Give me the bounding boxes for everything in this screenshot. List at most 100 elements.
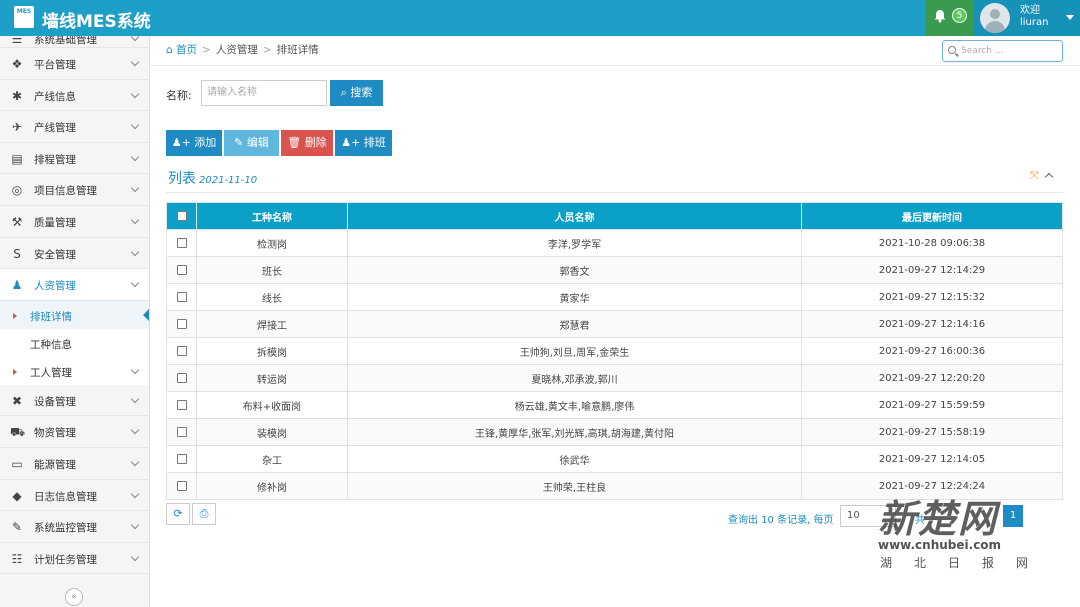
select-all-checkbox[interactable]	[176, 210, 187, 221]
sidebar-subitem-shift-details[interactable]: 排班详情	[0, 300, 149, 329]
column-header[interactable]: 工种名称	[196, 202, 348, 230]
sidebar-item-equipment[interactable]: ✖ 设备管理	[0, 385, 149, 417]
person-icon: ♟	[11, 278, 23, 293]
sidebar-item-line-info[interactable]: ✱ 产线信息	[0, 80, 149, 112]
name-filter-input[interactable]: 请输入名称	[201, 80, 327, 106]
column-header[interactable]: 最后更新时间	[801, 202, 1063, 230]
pager-total: 共	[915, 515, 925, 526]
sidebar-item-label: 项目信息管理	[34, 185, 97, 198]
app-logo[interactable]: MES	[14, 6, 34, 28]
breadcrumb-hr[interactable]: 人资管理	[216, 44, 258, 56]
chevron-down-icon	[130, 520, 140, 530]
list-date: 2021-11-10	[199, 175, 258, 186]
row-checkbox[interactable]	[176, 237, 187, 248]
job-type-cell: 装模岗	[196, 418, 348, 446]
sidebar-subitem-workers[interactable]: 工人管理	[0, 356, 149, 385]
add-user-icon: ♟+	[341, 136, 361, 149]
caret-right-icon	[13, 368, 17, 375]
sidebar: ☰ 系统基础管理 ❖ 平台管理 ✱ 产线信息 ✈ 产线管理 ▤ 排程管理 ◎ 项…	[0, 36, 150, 607]
staff-names-cell: 夏晓林,邓承波,郭川	[347, 364, 802, 392]
row-checkbox[interactable]	[176, 291, 187, 302]
table-row[interactable]: 修补岗 王帅荣,王柱良 2021-09-27 12:24:24	[166, 472, 1063, 500]
table-row[interactable]: 转运岗 夏晓林,邓承波,郭川 2021-09-27 12:20:20	[166, 364, 1063, 392]
staff-names-cell: 李洋,罗学军	[347, 229, 802, 257]
asterisk-icon: ✱	[11, 88, 23, 103]
trash-icon: 🗑	[287, 136, 302, 149]
sidebar-item-line-management[interactable]: ✈ 产线管理	[0, 111, 149, 143]
breadcrumb: ⌂ 首页 > 人资管理 > 排班详情	[166, 42, 319, 57]
row-checkbox-cell	[166, 283, 197, 311]
list-ordered-icon: ☷	[11, 551, 23, 566]
updated-time-cell: 2021-09-27 12:14:29	[801, 256, 1063, 284]
add-button[interactable]: ♟+ 添加	[166, 130, 222, 156]
app-title[interactable]: 墙线MES系统	[42, 7, 151, 32]
sidebar-item-platform[interactable]: ❖ 平台管理	[0, 48, 149, 80]
print-icon: ⎙	[199, 507, 209, 520]
sidebar-item-energy[interactable]: ▭ 能源管理	[0, 448, 149, 480]
sidebar-item-system-base[interactable]: ☰ 系统基础管理	[0, 36, 149, 48]
chevron-down-icon	[130, 552, 140, 561]
chevron-down-icon	[130, 120, 140, 130]
sidebar-item-materials[interactable]: ⛟ 物资管理	[0, 416, 149, 448]
page-button-current[interactable]: 1	[1003, 505, 1023, 527]
table-row[interactable]: 线长 黄家华 2021-09-27 12:15:32	[166, 283, 1063, 311]
sidebar-item-scheduled-tasks[interactable]: ☷ 计划任务管理	[0, 543, 149, 575]
breadcrumb-current: 排班详情	[276, 44, 319, 56]
table-row[interactable]: 杂工 徐武华 2021-09-27 12:14:05	[166, 445, 1063, 473]
chevron-down-icon	[130, 426, 140, 435]
breadcrumb-home[interactable]: ⌂ 首页	[166, 44, 197, 56]
staff-names-cell: 杨云雄,黄文丰,喻意鹏,廖伟	[347, 391, 802, 419]
list-icon: ☰	[11, 36, 23, 46]
row-checkbox[interactable]	[176, 345, 187, 356]
row-checkbox[interactable]	[176, 480, 187, 491]
table-row[interactable]: 装模岗 王锋,黄厚华,张军,刘光辉,高琪,胡海建,黄付阳 2021-09-27 15…	[166, 418, 1063, 446]
updated-time-cell: 2021-09-27 12:14:16	[801, 310, 1063, 338]
lifebuoy-icon: ◎	[11, 183, 23, 198]
staff-names-cell: 郑慧君	[347, 310, 802, 338]
page-size-select[interactable]: 10	[840, 505, 896, 527]
delete-button[interactable]: 🗑 删除	[281, 130, 333, 156]
schedule-button[interactable]: ♟+ 排班	[335, 130, 392, 156]
expand-icon[interactable]: ⤧	[1030, 170, 1040, 181]
chevron-down-icon	[130, 57, 140, 67]
row-checkbox-cell	[166, 256, 197, 284]
table-row[interactable]: 焊接工 郑慧君 2021-09-27 12:14:16	[166, 310, 1063, 338]
search-button[interactable]: ⌕ 搜索	[330, 80, 383, 106]
chevron-down-icon	[130, 365, 140, 374]
row-checkbox[interactable]	[176, 399, 187, 410]
sidebar-item-monitoring[interactable]: ✎ 系统监控管理	[0, 511, 149, 543]
row-checkbox[interactable]	[176, 372, 187, 383]
chevron-down-icon	[130, 489, 140, 498]
updated-time-cell: 2021-09-27 15:59:59	[801, 391, 1063, 419]
sidebar-item-label: 产线管理	[34, 122, 76, 135]
row-checkbox[interactable]	[176, 264, 187, 275]
print-button[interactable]: ⎙	[192, 503, 216, 525]
row-checkbox-cell	[166, 445, 197, 473]
sidebar-item-logs[interactable]: ◆ 日志信息管理	[0, 480, 149, 512]
sidebar-item-scheduling[interactable]: ▤ 排程管理	[0, 143, 149, 175]
sidebar-item-project-info[interactable]: ◎ 项目信息管理	[0, 174, 149, 206]
sidebar-subitem-job-types[interactable]: 工种信息	[0, 328, 149, 357]
sidebar-item-hr[interactable]: ♟ 人资管理	[0, 269, 149, 301]
sidebar-item-safety[interactable]: S 安全管理	[0, 238, 149, 270]
sidebar-collapse-button[interactable]: «	[65, 588, 83, 606]
user-menu[interactable]: 欢迎 liuran	[974, 0, 1080, 36]
table-row[interactable]: 班长 郭香文 2021-09-27 12:14:29	[166, 256, 1063, 284]
sidebar-item-quality[interactable]: ⚒ 质量管理	[0, 206, 149, 238]
global-search-input[interactable]: Search ...	[942, 40, 1063, 62]
row-checkbox[interactable]	[176, 426, 187, 437]
row-checkbox[interactable]	[176, 453, 187, 464]
sidebar-item-label: 能源管理	[34, 458, 76, 471]
notification-button[interactable]: 5	[926, 0, 974, 36]
table-row[interactable]: 检测岗 李洋,罗学军 2021-10-28 09:06:38	[166, 229, 1063, 257]
sidebar-item-label: 排程管理	[34, 153, 76, 166]
list-title-text: 列表	[168, 171, 196, 187]
table-row[interactable]: 拆模岗 王帅狗,刘旦,周军,金荣生 2021-09-27 16:00:36	[166, 337, 1063, 365]
column-header[interactable]: 人员名称	[347, 202, 802, 230]
refresh-button[interactable]: ⟳	[166, 503, 190, 525]
table-row[interactable]: 布料+收面岗 杨云雄,黄文丰,喻意鹏,廖伟 2021-09-27 15:59:59	[166, 391, 1063, 419]
edit-button[interactable]: ✎ 编辑	[224, 130, 279, 156]
row-checkbox[interactable]	[176, 318, 187, 329]
chevron-up-icon[interactable]	[1044, 172, 1054, 182]
updated-time-cell: 2021-09-27 12:15:32	[801, 283, 1063, 311]
